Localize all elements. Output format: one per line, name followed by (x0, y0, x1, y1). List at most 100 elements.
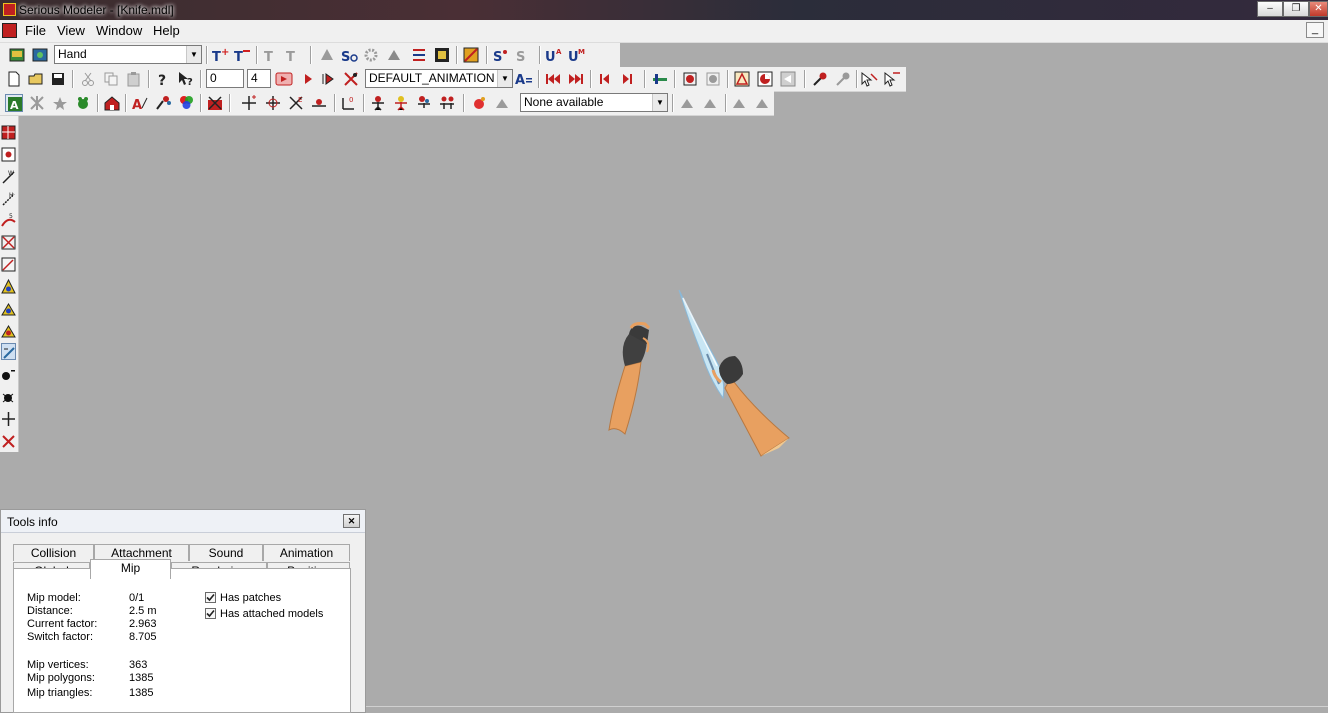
render-mode-icon[interactable] (462, 46, 480, 64)
next-frame-icon[interactable] (618, 70, 636, 88)
pin-red-icon[interactable] (811, 70, 829, 88)
close-button[interactable]: ✕ (1309, 1, 1328, 17)
uv-map-icon[interactable]: UM (568, 46, 586, 64)
select-tool-icon[interactable] (1, 343, 16, 360)
pointer-add-icon[interactable] (860, 70, 878, 88)
paste-icon[interactable] (125, 70, 143, 88)
letter-a-icon[interactable]: A (131, 94, 149, 112)
cross-red-icon[interactable] (1, 234, 16, 251)
menu-window[interactable]: Window (96, 23, 142, 38)
animation-select[interactable]: DEFAULT_ANIMATION ▼ (365, 69, 513, 88)
maximize-button[interactable]: ❐ (1283, 1, 1309, 17)
record-animation-icon[interactable] (275, 70, 295, 88)
attach-red-icon[interactable] (470, 94, 488, 112)
frame-count-field[interactable]: 4 (247, 69, 271, 88)
list-icon[interactable] (410, 46, 428, 64)
save-icon[interactable] (49, 70, 67, 88)
play-icon[interactable] (299, 70, 317, 88)
menu-view[interactable]: View (57, 23, 85, 38)
tab-mip[interactable]: Mip (90, 559, 171, 579)
model-image-icon[interactable] (8, 46, 26, 64)
grid-icon[interactable] (1, 124, 16, 141)
first-frame-icon[interactable] (544, 70, 562, 88)
new-file-icon[interactable] (5, 70, 23, 88)
menu-help[interactable]: Help (153, 23, 180, 38)
copy-icon[interactable] (102, 70, 120, 88)
last-frame-icon[interactable] (567, 70, 585, 88)
remove-texture-icon[interactable]: T (233, 46, 251, 64)
color-diff-icon[interactable] (1, 322, 16, 339)
rgb-circles-icon[interactable] (177, 94, 195, 112)
surface-script-icon[interactable]: S (340, 46, 358, 64)
axis-move-icon[interactable] (240, 94, 258, 112)
texture-prev-icon[interactable]: T (262, 46, 280, 64)
bug-icon[interactable] (1, 388, 16, 405)
attach-remove-gray-icon[interactable] (701, 94, 719, 112)
has-attached-models-checkbox[interactable] (205, 608, 216, 619)
add-texture-icon[interactable]: T + (211, 46, 229, 64)
axis-rotate-icon[interactable] (264, 94, 282, 112)
context-help-icon[interactable]: ? (177, 70, 195, 88)
sound-gray-icon[interactable]: S (515, 46, 533, 64)
animation-tools-icon[interactable] (342, 70, 360, 88)
pie-icon[interactable] (756, 70, 774, 88)
triangle-icon[interactable] (733, 70, 751, 88)
origin-icon[interactable]: 0 (340, 94, 358, 112)
prev-frame-icon[interactable] (596, 70, 614, 88)
point-icon[interactable] (1, 366, 16, 383)
tab-sound[interactable]: Sound (189, 544, 263, 561)
figure-multi-icon[interactable] (415, 94, 433, 112)
cut-icon[interactable] (79, 70, 97, 88)
menu-file[interactable]: File (25, 23, 46, 38)
figure-yellow-icon[interactable] (392, 94, 410, 112)
delete-x-icon[interactable] (1, 432, 16, 449)
animation-rename-icon[interactable]: A (515, 70, 533, 88)
help-icon[interactable]: ? (154, 70, 172, 88)
attachment-select[interactable]: None available ▼ (520, 93, 668, 112)
arrow-box-icon[interactable] (779, 70, 797, 88)
document-icon[interactable] (2, 23, 17, 38)
color-spn-icon[interactable] (1, 300, 16, 317)
axis-w-icon[interactable]: W (1, 168, 16, 185)
frame-input[interactable]: 0 (206, 69, 244, 88)
attach-add-gray-icon[interactable] (678, 94, 696, 112)
sound-script-icon[interactable]: S (492, 46, 510, 64)
image-edit-icon[interactable] (1, 256, 16, 273)
attach-gray-icon[interactable] (493, 94, 511, 112)
stamp-gray-icon[interactable] (385, 46, 403, 64)
frame-red-icon[interactable] (681, 70, 699, 88)
play-once-icon[interactable] (320, 70, 338, 88)
frog-icon[interactable] (74, 94, 92, 112)
axis-h-icon[interactable]: H (1, 190, 16, 207)
axis-scale-icon[interactable]: E (287, 94, 305, 112)
figure-pair-icon[interactable] (438, 94, 456, 112)
has-patches-checkbox[interactable] (205, 592, 216, 603)
paint-brush-icon[interactable]: 5 (1, 212, 16, 229)
axis-mirror-icon[interactable] (310, 94, 328, 112)
attach-next-gray-icon[interactable] (753, 94, 771, 112)
crosshair-icon[interactable] (1, 410, 16, 427)
timeline-icon[interactable] (651, 70, 669, 88)
mip-tool-icon[interactable] (206, 94, 224, 112)
paint-icon[interactable] (154, 94, 172, 112)
attach-prev-gray-icon[interactable] (730, 94, 748, 112)
texture-image-icon[interactable] (31, 46, 49, 64)
color-tri-icon[interactable] (1, 278, 16, 295)
tab-animation[interactable]: Animation (263, 544, 350, 561)
close-icon[interactable]: ✕ (343, 514, 360, 528)
pin-gray-icon[interactable] (834, 70, 852, 88)
open-folder-icon[interactable] (27, 70, 45, 88)
figure-red-icon[interactable] (369, 94, 387, 112)
mode-select[interactable]: Hand ▼ (54, 45, 202, 64)
minimize-button[interactable]: – (1257, 1, 1283, 17)
frame-gray-icon[interactable] (704, 70, 722, 88)
surface-gray-icon[interactable] (318, 46, 336, 64)
light-icon[interactable] (1, 146, 16, 163)
pointer-remove-icon[interactable] (883, 70, 901, 88)
figure-mode-icon[interactable]: A (5, 94, 23, 112)
gears-icon[interactable] (362, 46, 380, 64)
texture-next-icon[interactable]: T (284, 46, 302, 64)
film-icon[interactable] (433, 46, 451, 64)
star-gray-icon[interactable] (51, 94, 69, 112)
mdi-minimize-button[interactable]: _ (1306, 22, 1324, 38)
